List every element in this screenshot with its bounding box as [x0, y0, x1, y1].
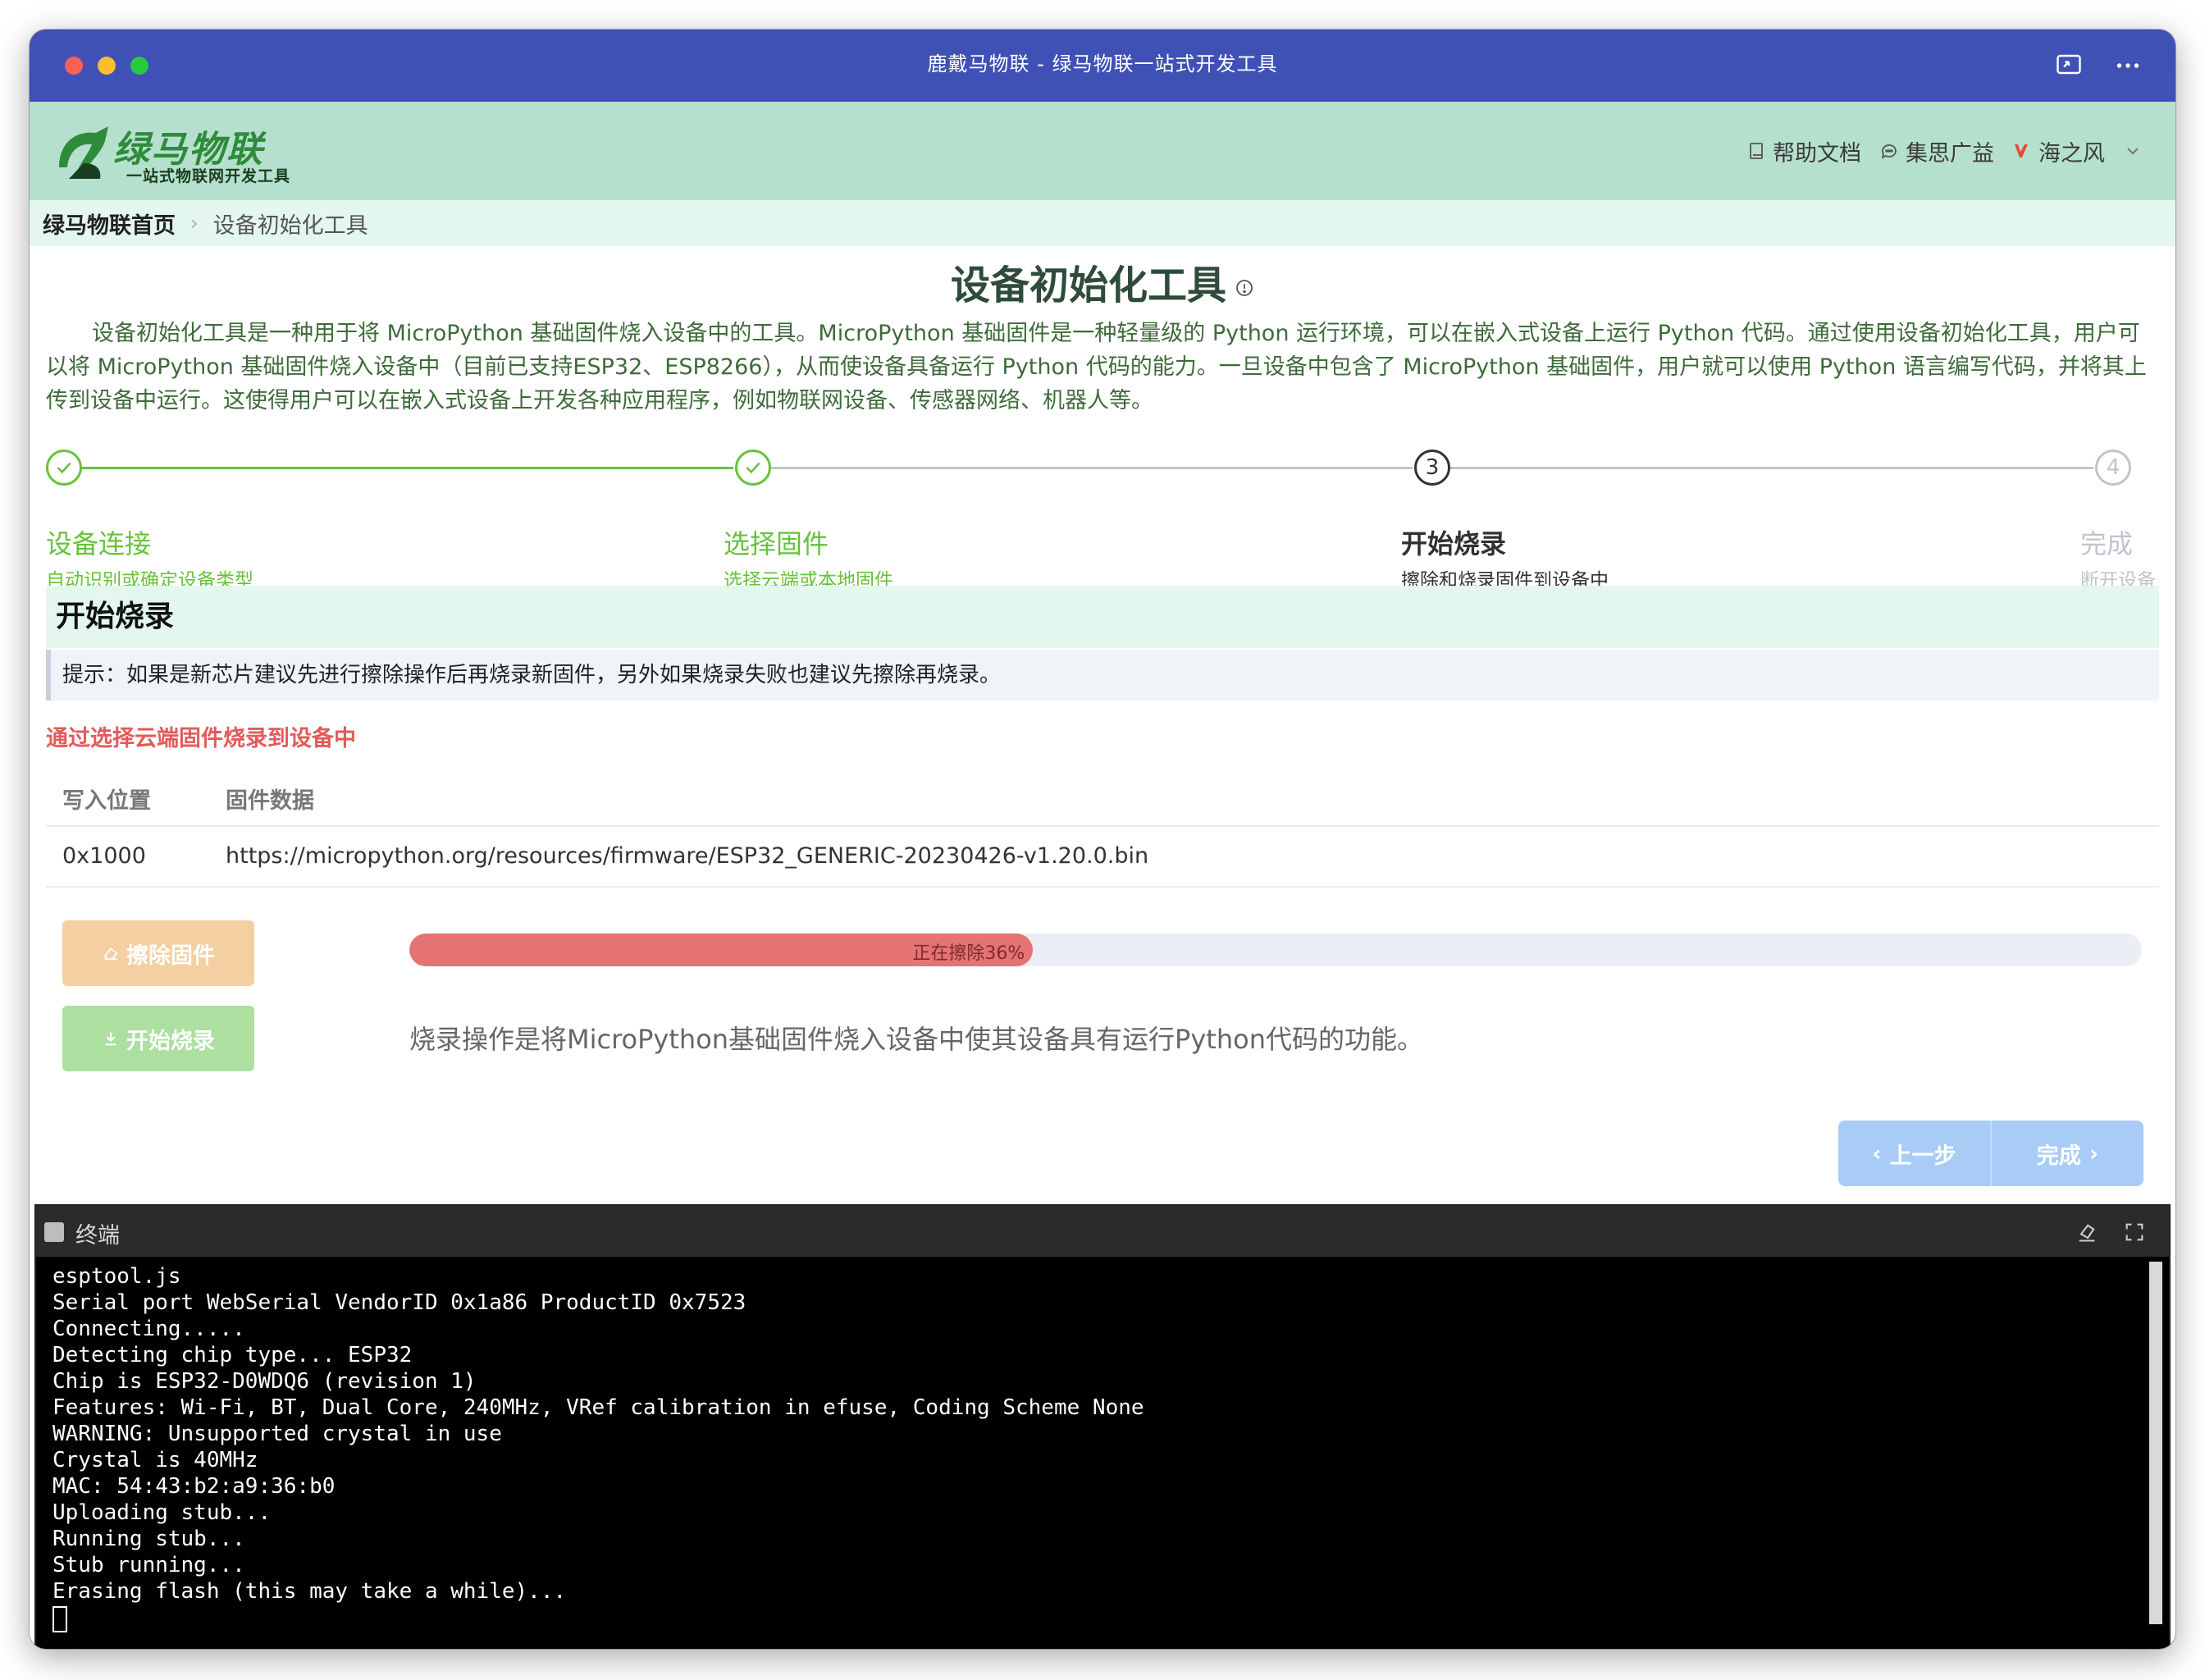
flash-description: 烧录操作是将MicroPython基础固件烧入设备中使其设备具有运行Python… [409, 1024, 1423, 1055]
terminal-line: MAC: 54:43:b2:a9:36:b0 [52, 1474, 336, 1499]
terminal-line: Features: Wi-Fi, BT, Dual Core, 240MHz, … [52, 1395, 1144, 1420]
header-links: 帮助文档 集思广益 海之风 [1746, 135, 2143, 167]
terminal-line: Uploading stub... [52, 1500, 272, 1525]
step-number: 3 [1414, 450, 1450, 486]
logo[interactable]: 绿马物联 一站式物联网开发工具 [51, 113, 297, 192]
prev-step-button[interactable]: ‹ 上一步 [1838, 1121, 1990, 1186]
user-menu[interactable]: 海之风 [2012, 135, 2143, 167]
terminal-output[interactable]: esptool.js Serial port WebSerial VendorID… [52, 1263, 2144, 1641]
step-connector [771, 467, 1413, 469]
chevron-down-icon [2127, 148, 2139, 155]
write-address: 0x1000 [62, 843, 146, 869]
chat-icon [1881, 144, 1897, 159]
feedback-link[interactable]: 集思广益 [1879, 135, 1994, 167]
feedback-label: 集思广益 [1906, 140, 1994, 167]
erase-button-label: 擦除固件 [126, 943, 215, 969]
steps: 设备连接 自动识别或确定设备类型 选择固件 选择云端或本地固件 3 开始烧录 擦… [30, 431, 2175, 596]
prev-label: 上一步 [1889, 1143, 1956, 1169]
step-connector-done [67, 467, 733, 469]
finish-label: 完成 [2036, 1143, 2081, 1169]
terminal-scrollbar[interactable] [2149, 1262, 2162, 1624]
screen-share-icon[interactable] [2054, 51, 2084, 80]
terminal-header: 终端 [36, 1206, 2169, 1257]
title-bar: 鹿戴马物联 - 绿马物联一站式开发工具 [30, 30, 2175, 102]
fullscreen-icon[interactable] [2123, 1221, 2146, 1244]
table-row: 0x1000 https://micropython.org/resources… [46, 827, 2159, 888]
firmware-url: https://micropython.org/resources/firmwa… [226, 843, 1149, 869]
terminal-cursor [52, 1606, 67, 1632]
book-icon [1750, 143, 1763, 159]
step-nav: ‹ 上一步 完成 › [1838, 1121, 2143, 1186]
breadcrumb-separator-icon: › [190, 212, 199, 235]
terminal-panel: 终端 esptool.js Serial port WebSerial Vendo… [34, 1204, 2171, 1649]
clear-icon[interactable] [2075, 1221, 2098, 1244]
app-header: 绿马物联 一站式物联网开发工具 帮助文档 集思广益 海之风 [30, 102, 2175, 200]
table-header: 写入位置 固件数据 [46, 766, 2159, 827]
column-header: 写入位置 [62, 788, 151, 814]
username-label: 海之风 [2038, 140, 2105, 167]
check-icon [735, 450, 771, 486]
breadcrumb-home[interactable]: 绿马物联首页 [43, 208, 176, 240]
more-icon[interactable] [2113, 51, 2143, 80]
terminal-line: esptool.js [52, 1264, 181, 1289]
breadcrumb: 绿马物联首页 › 设备初始化工具 [30, 200, 2175, 246]
page-title: 设备初始化工具 [30, 253, 2175, 310]
help-docs-label: 帮助文档 [1773, 140, 1861, 167]
chevron-right-icon: › [2089, 1140, 2099, 1166]
step-title: 开始烧录 [1401, 528, 1507, 559]
logo-subtext: 一站式物联网开发工具 [126, 167, 291, 185]
help-docs-link[interactable]: 帮助文档 [1746, 135, 1861, 167]
eraser-icon [103, 947, 118, 961]
terminal-line: Connecting..... [52, 1317, 245, 1341]
info-icon[interactable] [1235, 278, 1254, 298]
breadcrumb-current: 设备初始化工具 [212, 212, 368, 239]
horse-logo-icon [59, 126, 108, 179]
terminal-line: Crystal is 40MHz [52, 1448, 258, 1472]
terminal-line: Detecting chip type... ESP32 [52, 1343, 413, 1367]
terminal-line: Running stub... [52, 1527, 245, 1551]
step-title: 完成 [2080, 528, 2134, 559]
column-header: 固件数据 [226, 788, 314, 814]
section-title: 开始烧录 [46, 586, 2159, 648]
erase-progress-bar: 正在擦除36% [409, 934, 2142, 966]
firmware-table: 写入位置 固件数据 0x1000 https://micropython.org… [46, 766, 2159, 888]
terminal-icon [44, 1222, 64, 1242]
cloud-firmware-label: 通过选择云端固件烧录到设备中 [46, 726, 356, 751]
user-logo-icon [2015, 144, 2028, 158]
terminal-line: Erasing flash (this may take a while)... [52, 1579, 567, 1604]
chevron-left-icon: ‹ [1872, 1140, 1882, 1166]
terminal-title: 终端 [75, 1223, 120, 1249]
tip-text: 提示：如果是新芯片建议先进行擦除操作后再烧录新固件，另外如果烧录失败也建议先擦除… [46, 650, 2159, 701]
page-description: 设备初始化工具是一种用于将 MicroPython 基础固件烧入设备中的工具。M… [46, 321, 2147, 413]
flash-button-label: 开始烧录 [126, 1028, 215, 1054]
progress-text: 正在擦除36% [912, 943, 1025, 964]
terminal-line: Serial port WebSerial VendorID 0x1a86 Pr… [52, 1290, 746, 1315]
finish-button[interactable]: 完成 › [1990, 1121, 2143, 1186]
start-flash-button[interactable]: 开始烧录 [62, 1006, 254, 1071]
progress-fill: 正在擦除36% [409, 934, 1034, 966]
step-title: 设备连接 [46, 528, 152, 559]
check-icon [46, 450, 82, 486]
terminal-line: Chip is ESP32-D0WDQ6 (revision 1) [52, 1369, 477, 1394]
step-number: 4 [2095, 450, 2131, 486]
app-window: 鹿戴马物联 - 绿马物联一站式开发工具 绿马物联 一站式物联网开发工具 帮助文档… [30, 30, 2175, 1649]
erase-firmware-button[interactable]: 擦除固件 [62, 920, 254, 986]
step-title: 选择固件 [724, 528, 829, 559]
step-connector [1450, 467, 2093, 469]
page-title-text: 设备初始化工具 [950, 262, 1226, 308]
download-icon [105, 1032, 116, 1046]
terminal-line: WARNING: Unsupported crystal in use [52, 1422, 502, 1446]
window-title: 鹿戴马物联 - 绿马物联一站式开发工具 [927, 52, 1278, 75]
terminal-line: Stub running... [52, 1553, 245, 1577]
